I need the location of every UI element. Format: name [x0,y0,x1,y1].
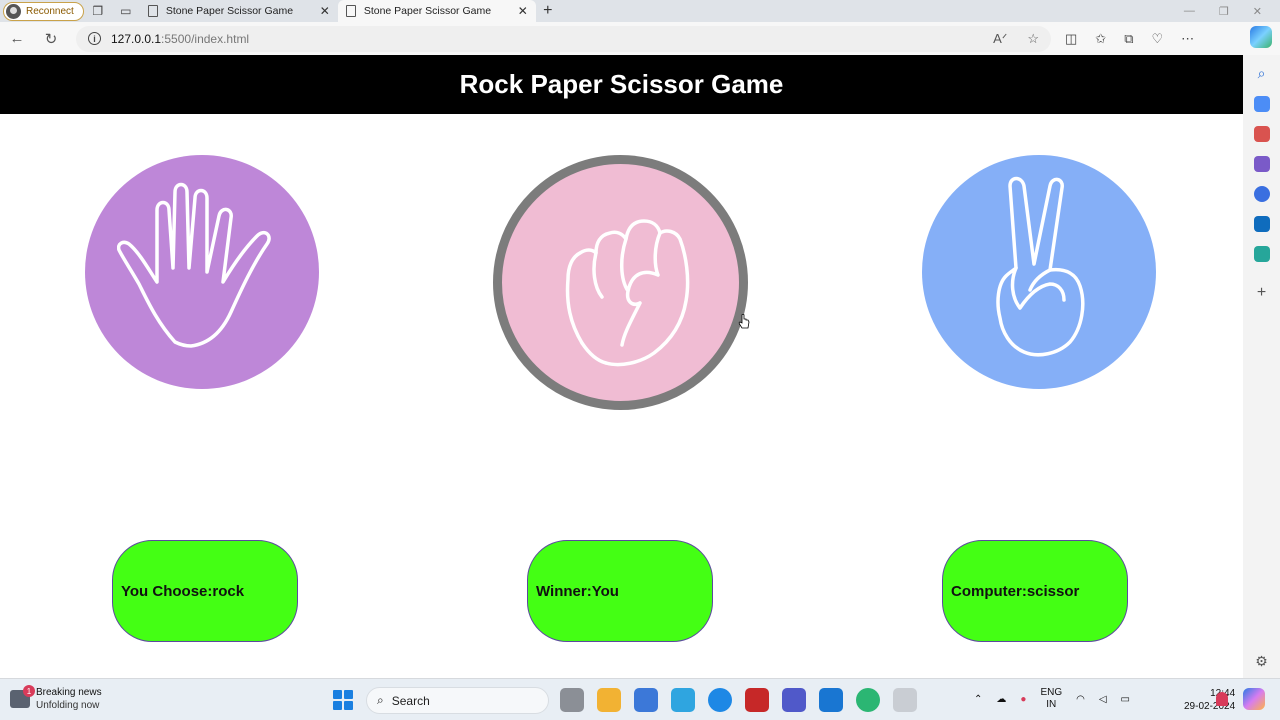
search-icon[interactable]: ⌕ [1258,65,1266,82]
copilot-sidebar-icon[interactable] [1253,186,1270,202]
page-title: Rock Paper Scissor Game [459,69,784,99]
fist-icon [565,218,689,366]
mcafee-icon[interactable] [745,688,769,712]
edge-icon[interactable] [856,688,880,712]
close-tab-icon[interactable]: ✕ [518,4,528,18]
drop-icon[interactable] [1253,246,1270,262]
help-icon[interactable] [708,688,732,712]
notification-bell-icon[interactable] [1216,692,1228,706]
task-view-icon[interactable] [560,688,584,712]
favorite-star-icon[interactable]: ☆ [1027,31,1039,47]
edge-sidebar: ⌕ + ⚙ [1243,55,1280,678]
news-icon: 1 [10,685,35,708]
back-icon[interactable]: ← [0,30,34,47]
file-explorer-icon[interactable] [597,688,621,712]
taskbar-search[interactable]: ⌕ Search [366,687,549,714]
copilot-icon[interactable] [1250,26,1272,48]
winner-display: Winner:You [527,540,713,642]
read-aloud-icon[interactable]: Aᐟ [993,31,1007,47]
close-tab-icon[interactable]: ✕ [320,4,330,18]
search-icon: ⌕ [377,693,384,707]
open-hand-icon [117,182,271,348]
microphone-icon[interactable]: ● [1020,694,1026,705]
toolbox-icon[interactable] [1253,126,1270,142]
minimize-icon[interactable]: — [1184,5,1195,18]
site-info-icon[interactable]: i [88,32,101,45]
collections-icon[interactable]: ⧉ [1124,31,1133,47]
news-widget[interactable]: 1 Breaking news Unfolding now [10,685,102,712]
favorites-icon[interactable]: ✩ [1095,31,1106,47]
hand-cursor-icon [738,314,750,329]
address-bar-row: ← ↻ i 127.0.0.1:5500/index.html Aᐟ ☆ ◫ ✩… [0,22,1280,55]
sidebar-settings-icon[interactable]: ⚙ [1255,653,1268,670]
windows-taskbar: 1 Breaking news Unfolding now ⌕ Search ⌃… [0,678,1280,720]
browser-toolbar: ◫ ✩ ⧉ ♡ ⋯ [1065,31,1194,47]
user-choice-display: You Choose:rock [112,540,298,642]
lang-bottom: IN [1046,699,1057,710]
more-menu-icon[interactable]: ⋯ [1181,31,1194,47]
window-controls: — ❐ ✕ [1184,5,1280,18]
copilot-taskbar-icon[interactable] [1243,688,1265,710]
page-icon [345,5,356,17]
page-viewport: Rock Paper Scissor Game You Choose:rock … [0,55,1243,678]
computer-choice-display: Computer:scissor [942,540,1128,642]
volume-icon[interactable]: ◁ [1099,694,1107,705]
tab-title: Stone Paper Scissor Game [363,5,492,17]
scissor-choice[interactable] [922,155,1156,389]
url-host: 127.0.0.1 [111,31,162,46]
lang-top: ENG [1040,687,1063,698]
mydesk-icon[interactable] [671,688,695,712]
teams-icon[interactable] [782,688,806,712]
games-icon[interactable] [1253,156,1270,172]
outlook-icon[interactable] [1253,216,1270,232]
shopping-tag-icon[interactable] [1253,96,1270,112]
reconnect-label: Reconnect [26,5,74,17]
reconnect-button[interactable]: Reconnect [3,1,84,21]
rock-choice[interactable] [493,155,748,410]
url-path: :5500/index.html [161,31,250,46]
news-subtitle: Unfolding now [36,700,100,711]
close-window-icon[interactable]: ✕ [1253,5,1262,18]
maximize-icon[interactable]: ❐ [1219,5,1229,18]
start-button[interactable] [333,690,353,710]
tab-stone-paper-scissor-2[interactable]: Stone Paper Scissor Game ✕ [337,0,536,22]
split-screen-icon[interactable]: ◫ [1065,31,1077,47]
browser-tab-bar: Reconnect ❐ ▭ Stone Paper Scissor Game ✕… [0,0,1280,22]
workspaces-icon[interactable]: ❐ [84,0,112,22]
search-label: Search [391,693,430,708]
store-icon[interactable] [634,688,658,712]
browser-essentials-icon[interactable]: ♡ [1152,31,1164,47]
show-hidden-icons-icon[interactable]: ⌃ [974,694,982,705]
peace-hand-icon [996,176,1085,357]
cloud-icon[interactable]: ☁ [996,694,1006,705]
profile-avatar-icon [6,3,21,19]
news-title: Breaking news [36,687,102,698]
news-badge: 1 [23,685,35,697]
pinned-apps [560,688,917,712]
new-tab-button[interactable]: + [536,2,560,20]
tab-actions-icon[interactable]: ▭ [112,0,140,22]
vscode-icon[interactable] [819,688,843,712]
add-sidebar-app-icon[interactable]: + [1257,284,1266,302]
address-input[interactable]: i 127.0.0.1:5500/index.html Aᐟ ☆ [76,25,1051,52]
wifi-icon[interactable]: ◠ [1076,694,1085,705]
battery-icon[interactable]: ▭ [1121,694,1130,705]
tab-title: Stone Paper Scissor Game [165,5,294,17]
paper-choice[interactable] [85,155,319,389]
refresh-icon[interactable]: ↻ [34,30,68,48]
page-icon [147,5,158,17]
snipping-tool-icon[interactable] [893,688,917,712]
language-indicator[interactable]: ENG IN [1040,687,1062,711]
system-tray: ⌃ ☁ ● ENG IN ◠ ◁ ▭ [974,687,1130,711]
tab-stone-paper-scissor-1[interactable]: Stone Paper Scissor Game ✕ [140,0,338,22]
game-header: Rock Paper Scissor Game [0,55,1243,114]
